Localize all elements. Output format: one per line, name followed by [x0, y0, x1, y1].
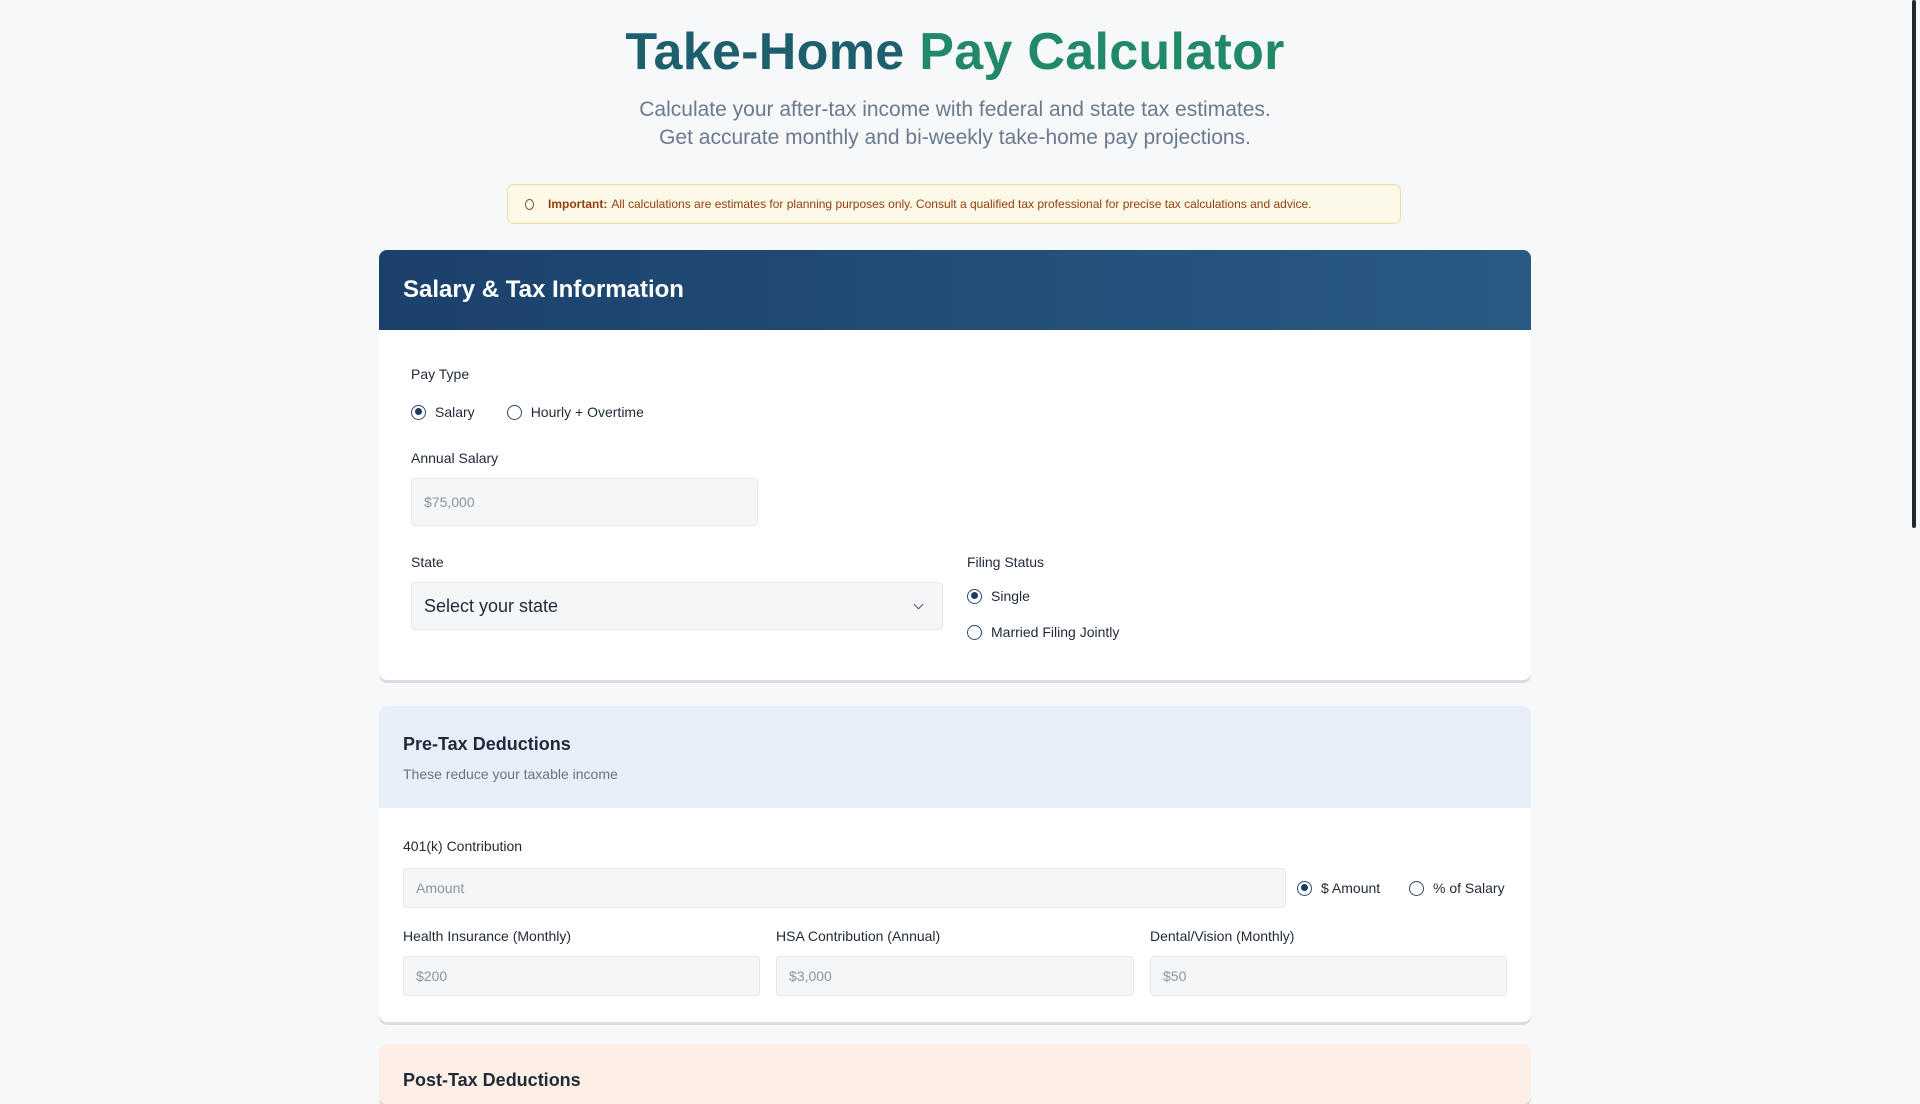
page-scrollbar[interactable]: [1912, 0, 1916, 528]
hsa-label: HSA Contribution (Annual): [776, 928, 941, 944]
posttax-deductions-card: Post-Tax Deductions: [379, 1044, 1531, 1104]
page: Take-Home Pay Calculator Calculate your …: [0, 0, 1920, 1104]
pretax-deductions-card: Pre-Tax Deductions These reduce your tax…: [379, 706, 1531, 1022]
pretax-card-subtitle: These reduce your taxable income: [403, 766, 618, 782]
disclaimer-notice: Important: All calculations are estimate…: [507, 184, 1401, 224]
dental-vision-label: Dental/Vision (Monthly): [1150, 928, 1295, 944]
radio-selected-icon[interactable]: [411, 404, 426, 420]
radio-selected-icon[interactable]: [1297, 880, 1312, 896]
state-select[interactable]: Select your state: [411, 582, 943, 630]
pay-type-salary-label: Salary: [435, 404, 475, 420]
radio-unselected-icon[interactable]: [1409, 880, 1424, 896]
pay-type-radio-group: Salary Hourly + Overtime: [411, 404, 644, 420]
filing-married-radio[interactable]: Married Filing Jointly: [967, 624, 1119, 640]
radio-unselected-icon[interactable]: [967, 624, 982, 640]
pretax-card-title: Pre-Tax Deductions: [403, 734, 571, 754]
salary-tax-card: Salary & Tax Information Pay Type Salary…: [379, 250, 1531, 680]
subtitle-line-2: Get accurate monthly and bi-weekly take-…: [659, 126, 1251, 149]
page-title-part2: Pay Calculator: [919, 23, 1285, 81]
k401-dollar-amount-label: $ Amount: [1321, 880, 1381, 896]
radio-unselected-icon[interactable]: [506, 404, 522, 420]
salary-tax-card-title: Salary & Tax Information: [403, 276, 684, 303]
filing-single-radio[interactable]: Single: [967, 588, 1030, 604]
pay-type-hourly-radio[interactable]: Hourly + Overtime: [506, 404, 644, 420]
pay-type-label: Pay Type: [411, 366, 470, 382]
pay-type-hourly-label: Hourly + Overtime: [530, 404, 644, 420]
notice-text: All calculations are estimates for plann…: [611, 197, 1312, 211]
filing-single-label: Single: [991, 588, 1030, 604]
pretax-card-header: Pre-Tax Deductions These reduce your tax…: [379, 706, 1531, 808]
page-subtitle: Calculate your after-tax income with fed…: [0, 96, 1910, 152]
annual-salary-label: Annual Salary: [411, 450, 499, 466]
dental-vision-input[interactable]: [1150, 956, 1507, 996]
k401-percent-salary-radio[interactable]: % of Salary: [1409, 880, 1505, 896]
subtitle-line-1: Calculate your after-tax income with fed…: [639, 98, 1271, 121]
k401-dollar-amount-radio[interactable]: $ Amount: [1297, 880, 1380, 896]
info-icon: [525, 198, 534, 210]
page-title-part1: Take-Home: [625, 23, 905, 81]
filing-married-label: Married Filing Jointly: [991, 624, 1120, 640]
radio-selected-icon[interactable]: [967, 588, 982, 604]
posttax-card-title: Post-Tax Deductions: [403, 1070, 581, 1090]
hsa-input[interactable]: [776, 956, 1134, 996]
health-insurance-input[interactable]: [403, 956, 760, 996]
k401-label: 401(k) Contribution: [403, 838, 523, 854]
health-insurance-label: Health Insurance (Monthly): [403, 928, 572, 944]
k401-amount-input[interactable]: [403, 868, 1286, 908]
posttax-card-header: Post-Tax Deductions: [379, 1044, 1531, 1104]
page-title: Take-Home Pay Calculator: [0, 22, 1910, 82]
salary-tax-card-header: Salary & Tax Information: [379, 250, 1531, 330]
notice-strong: Important:: [548, 197, 608, 211]
annual-salary-input[interactable]: [411, 478, 758, 526]
state-select-value: Select your state: [424, 595, 559, 616]
chevron-down-icon: [913, 599, 924, 609]
k401-percent-salary-label: % of Salary: [1433, 880, 1505, 896]
pay-type-salary-radio[interactable]: Salary: [411, 404, 475, 420]
filing-status-label: Filing Status: [967, 554, 1045, 570]
state-label: State: [411, 554, 444, 570]
